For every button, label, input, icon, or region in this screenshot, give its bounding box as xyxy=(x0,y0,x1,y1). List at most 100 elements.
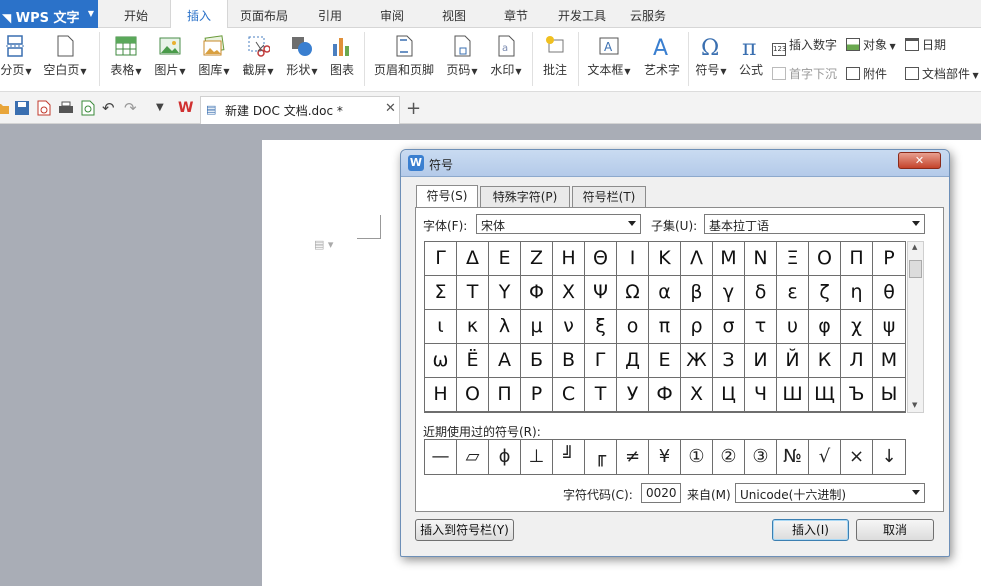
object-button[interactable]: 对象 ▼ xyxy=(846,36,896,53)
recent-symbol-cell[interactable]: ① xyxy=(681,440,713,474)
symbol-cell[interactable]: Ъ xyxy=(841,378,873,412)
export-pdf-icon[interactable] xyxy=(36,100,52,116)
symbol-cell[interactable]: С xyxy=(553,378,585,412)
shapes-button[interactable]: 形状▼ xyxy=(282,34,322,78)
app-menu-button[interactable]: ◥ WPS 文字 ▼ xyxy=(0,0,98,28)
wps-logo-icon[interactable]: W xyxy=(178,100,194,116)
symbol-cell[interactable]: Н xyxy=(425,378,457,412)
recent-symbol-cell[interactable]: ╝ xyxy=(553,440,585,474)
scrollbar-thumb[interactable] xyxy=(909,260,922,278)
symbol-cell[interactable]: Ё xyxy=(457,344,489,378)
print-preview-icon[interactable] xyxy=(80,100,96,116)
symbol-cell[interactable]: λ xyxy=(489,310,521,344)
tab-references[interactable]: 引用 xyxy=(302,0,358,28)
symbol-cell[interactable]: Η xyxy=(553,242,585,276)
paragraph-options-icon[interactable]: ▤ ▾ xyxy=(314,238,333,251)
symbol-cell[interactable]: М xyxy=(873,344,905,378)
symbol-cell[interactable]: δ xyxy=(745,276,777,310)
recent-symbol-cell[interactable]: √ xyxy=(809,440,841,474)
symbol-cell[interactable]: В xyxy=(553,344,585,378)
symbol-cell[interactable]: Γ xyxy=(425,242,457,276)
scroll-down-icon[interactable]: ▼ xyxy=(912,401,917,409)
symbol-cell[interactable]: К xyxy=(809,344,841,378)
symbol-cell[interactable]: Χ xyxy=(553,276,585,310)
tab-symbols[interactable]: 符号(S) xyxy=(416,185,478,207)
blank-page-button[interactable]: 空白页▼ xyxy=(40,34,90,78)
date-button[interactable]: 日期 xyxy=(905,36,946,53)
symbol-cell[interactable]: η xyxy=(841,276,873,310)
symbol-cell[interactable]: Ш xyxy=(777,378,809,412)
symbol-cell[interactable]: γ xyxy=(713,276,745,310)
tab-review[interactable]: 审阅 xyxy=(364,0,420,28)
formula-button[interactable]: π 公式 xyxy=(734,34,768,78)
symbol-cell[interactable]: Ω xyxy=(617,276,649,310)
symbol-cell[interactable]: Щ xyxy=(809,378,841,412)
watermark-button[interactable]: a 水印▼ xyxy=(486,34,526,78)
symbol-cell[interactable]: Д xyxy=(617,344,649,378)
insert-to-symbol-bar-button[interactable]: 插入到符号栏(Y) xyxy=(415,519,514,541)
recent-symbol-cell[interactable]: ③ xyxy=(745,440,777,474)
symbol-cell[interactable]: Х xyxy=(681,378,713,412)
symbol-cell[interactable]: Ε xyxy=(489,242,521,276)
recent-symbol-cell[interactable]: ¥ xyxy=(649,440,681,474)
from-select[interactable]: Unicode(十六进制) xyxy=(735,483,925,503)
recent-symbol-cell[interactable]: ▱ xyxy=(457,440,489,474)
symbol-cell[interactable]: β xyxy=(681,276,713,310)
attachment-button[interactable]: 附件 xyxy=(846,65,887,82)
recent-symbol-cell[interactable]: × xyxy=(841,440,873,474)
symbol-cell[interactable]: μ xyxy=(521,310,553,344)
symbol-cell[interactable]: ω xyxy=(425,344,457,378)
dialog-title-bar[interactable]: W 符号 ✕ xyxy=(401,150,949,177)
recent-symbol-cell[interactable]: — xyxy=(425,440,457,474)
symbol-cell[interactable]: θ xyxy=(873,276,905,310)
insert-number-button[interactable]: 123 插入数字 xyxy=(772,36,837,56)
text-box-button[interactable]: A 文本框▼ xyxy=(584,34,634,78)
symbol-cell[interactable]: П xyxy=(489,378,521,412)
symbol-cell[interactable]: ψ xyxy=(873,310,905,344)
symbol-cell[interactable]: Κ xyxy=(649,242,681,276)
tab-insert[interactable]: 插入 xyxy=(170,0,228,29)
symbol-cell[interactable]: Λ xyxy=(681,242,713,276)
tab-special-characters[interactable]: 特殊字符(P) xyxy=(480,186,570,207)
tab-view[interactable]: 视图 xyxy=(426,0,482,28)
symbol-cell[interactable]: Θ xyxy=(585,242,617,276)
document-parts-button[interactable]: 文档部件 ▼ xyxy=(905,65,979,82)
comment-button[interactable]: 批注 xyxy=(538,34,572,78)
symbol-cell[interactable]: З xyxy=(713,344,745,378)
symbol-grid-scrollbar[interactable]: ▲ ▼ xyxy=(907,241,924,413)
symbol-cell[interactable]: Ο xyxy=(809,242,841,276)
recent-symbol-cell[interactable]: № xyxy=(777,440,809,474)
tab-home[interactable]: 开始 xyxy=(108,0,164,28)
symbol-button[interactable]: Ω 符号▼ xyxy=(692,34,730,78)
symbol-cell[interactable]: τ xyxy=(745,310,777,344)
symbol-cell[interactable]: Ф xyxy=(649,378,681,412)
symbol-cell[interactable]: У xyxy=(617,378,649,412)
symbol-cell[interactable]: ε xyxy=(777,276,809,310)
symbol-cell[interactable]: Ρ xyxy=(873,242,905,276)
insert-button[interactable]: 插入(I) xyxy=(772,519,849,541)
symbol-cell[interactable]: α xyxy=(649,276,681,310)
chevron-down-icon[interactable]: ▼ xyxy=(156,100,172,116)
recent-symbol-cell[interactable]: ↓ xyxy=(873,440,905,474)
recent-symbol-cell[interactable]: ╓ xyxy=(585,440,617,474)
symbol-cell[interactable]: А xyxy=(489,344,521,378)
symbol-cell[interactable]: χ xyxy=(841,310,873,344)
symbol-cell[interactable]: Й xyxy=(777,344,809,378)
symbol-cell[interactable]: Р xyxy=(521,378,553,412)
symbol-cell[interactable]: σ xyxy=(713,310,745,344)
table-button[interactable]: 表格▼ xyxy=(106,34,146,78)
header-footer-button[interactable]: 页眉和页脚 xyxy=(372,34,436,78)
save-icon[interactable] xyxy=(14,100,30,116)
char-code-input[interactable]: 0020 xyxy=(641,483,681,503)
page-number-button[interactable]: 页码▼ xyxy=(442,34,482,78)
symbol-cell[interactable]: φ xyxy=(809,310,841,344)
symbol-cell[interactable]: Т xyxy=(585,378,617,412)
screenshot-button[interactable]: 截屏▼ xyxy=(238,34,278,78)
symbol-cell[interactable]: Ξ xyxy=(777,242,809,276)
word-art-button[interactable]: A 艺术字 xyxy=(640,34,684,78)
gallery-button[interactable]: 图库▼ xyxy=(194,34,234,78)
symbol-cell[interactable]: И xyxy=(745,344,777,378)
symbol-cell[interactable]: Ψ xyxy=(585,276,617,310)
symbol-cell[interactable]: Б xyxy=(521,344,553,378)
tab-page-layout[interactable]: 页面布局 xyxy=(232,0,296,28)
